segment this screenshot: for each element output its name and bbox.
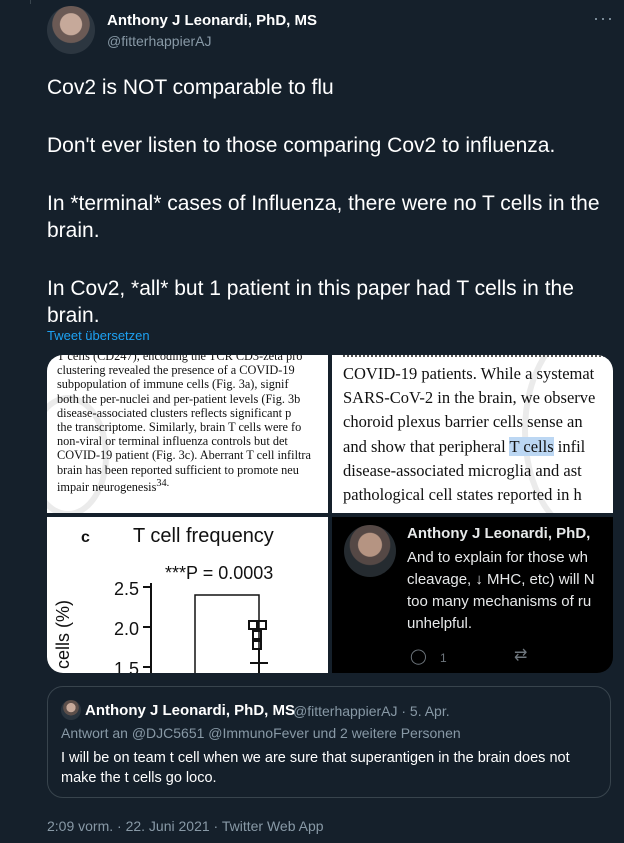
- reply-suffix: und 2 weitere Personen: [308, 725, 461, 741]
- quoted-tweet[interactable]: Anthony J Leonardi, PhD, MS @fitterhappi…: [47, 686, 611, 798]
- reply-count: 1: [440, 651, 447, 665]
- y-tick-label: 2.0: [114, 619, 139, 639]
- retweet-icon: ⇄: [514, 647, 528, 664]
- reply-prefix: Antwort an: [61, 725, 132, 741]
- citation: 34.: [156, 477, 170, 489]
- excerpt-line: COVID-19 patients. While a systemat: [343, 364, 595, 383]
- media-image-1[interactable]: T cells (CD247), encoding the TCR CD3-ze…: [47, 355, 328, 513]
- tweet-text: Cov2 is NOT comparable to flu Don't ever…: [47, 74, 617, 360]
- quoted-author-name: Anthony J Leonardi, PhD, MS: [85, 702, 296, 719]
- tweet-paragraph: Don't ever listen to those comparing Cov…: [47, 134, 556, 157]
- data-point: [252, 640, 262, 650]
- translate-tweet-link[interactable]: Tweet übersetzen: [47, 328, 150, 343]
- author-avatar[interactable]: [47, 6, 95, 54]
- y-tick-label: 1.5: [114, 659, 139, 673]
- excerpt-line: T cells (CD247), encoding the TCR CD3-ze…: [57, 355, 303, 363]
- embedded-avatar: [344, 525, 396, 577]
- embedded-tweet-text: And to explain for those wh cleavage, ↓ …: [407, 549, 595, 632]
- media-image-3[interactable]: c T cell frequency ***P = 0.0003 me cell…: [47, 517, 328, 673]
- quoted-author-handle-date: @fitterhappierAJ · 5. Apr.: [293, 703, 450, 719]
- excerpt-line: disease-associated microglia and ast: [343, 460, 582, 480]
- quoted-tweet-text: I will be on team t cell when we are sur…: [61, 750, 570, 786]
- excerpt-line: disease-associated clusters reflects sig…: [57, 405, 292, 420]
- media-image-4[interactable]: Anthony J Leonardi, PhD, And to explain …: [332, 517, 613, 673]
- excerpt-line: COVID-19 patient (Fig. 3c). Aberrant T c…: [57, 448, 311, 463]
- author-display-name[interactable]: Anthony J Leonardi, PhD, MS: [107, 12, 317, 29]
- excerpt-text: impair neurogenesis: [57, 479, 157, 494]
- excerpt-text: infil: [553, 436, 586, 456]
- significance-bracket: [194, 594, 260, 673]
- embedded-display-name: Anthony J Leonardi, PhD,: [407, 525, 591, 542]
- thread-connector: [30, 0, 31, 4]
- data-point: [248, 620, 258, 630]
- paper-excerpt-2: COVID-19 patients. While a systemat SARS…: [343, 362, 595, 507]
- tweet-paragraph: Cov2 is NOT comparable to flu: [47, 76, 334, 99]
- excerpt-line: clustering revealed the presence of a CO…: [57, 363, 295, 378]
- tweet-paragraph: In Cov2, *all* but 1 patient in this pap…: [47, 277, 574, 327]
- excerpt-line: non-viral or terminal influenza controls…: [57, 434, 288, 449]
- media-image-2[interactable]: COVID-19 patients. While a systemat SARS…: [332, 355, 613, 513]
- excerpt-line: and show that peripheral T cells infil: [343, 435, 595, 459]
- tweet-timestamp[interactable]: 2:09 vorm. · 22. Juni 2021 · Twitter Web…: [47, 818, 324, 834]
- quoted-reply-context: Antwort an @DJC5651 @ImmunoFever und 2 w…: [61, 725, 461, 741]
- paper-excerpt-1: T cells (CD247), encoding the TCR CD3-ze…: [57, 355, 311, 494]
- excerpt-line: brain has been reported sufficient to pr…: [57, 462, 299, 477]
- excerpt-line: SARS-CoV-2 in the brain, we observe: [343, 388, 596, 408]
- cut-line: [343, 355, 613, 360]
- author-handle[interactable]: @fitterhappierAJ: [107, 33, 211, 49]
- excerpt-line: the transcriptome. Similarly, brain T ce…: [57, 420, 302, 435]
- data-point: [252, 630, 262, 640]
- excerpt-line: pathological cell states reported in h: [343, 485, 582, 505]
- media-grid: T cells (CD247), encoding the TCR CD3-ze…: [47, 355, 613, 673]
- tweet-paragraph: In *terminal* cases of Influenza, there …: [47, 192, 600, 242]
- reply-mentions: @DJC5651 @ImmunoFever: [131, 725, 309, 741]
- chart-graphic: 2.5 2.0 1.5: [114, 579, 268, 673]
- excerpt-line: choroid plexus barrier cells sense an: [343, 412, 583, 432]
- excerpt-text: and show that peripheral: [343, 436, 510, 456]
- reply-icon: ◯: [410, 648, 427, 665]
- excerpt-line: impair neurogenesis34.: [57, 477, 311, 494]
- more-horizontal-icon[interactable]: ···: [593, 8, 614, 29]
- excerpt-line: subpopulation of immune cells (Fig. 3a),…: [57, 377, 289, 392]
- quoted-author-avatar: [61, 700, 81, 720]
- excerpt-line: both the per-nuclei and per-patient leve…: [57, 391, 301, 406]
- highlighted-text: T cells: [509, 436, 554, 456]
- y-tick-label: 2.5: [114, 579, 139, 599]
